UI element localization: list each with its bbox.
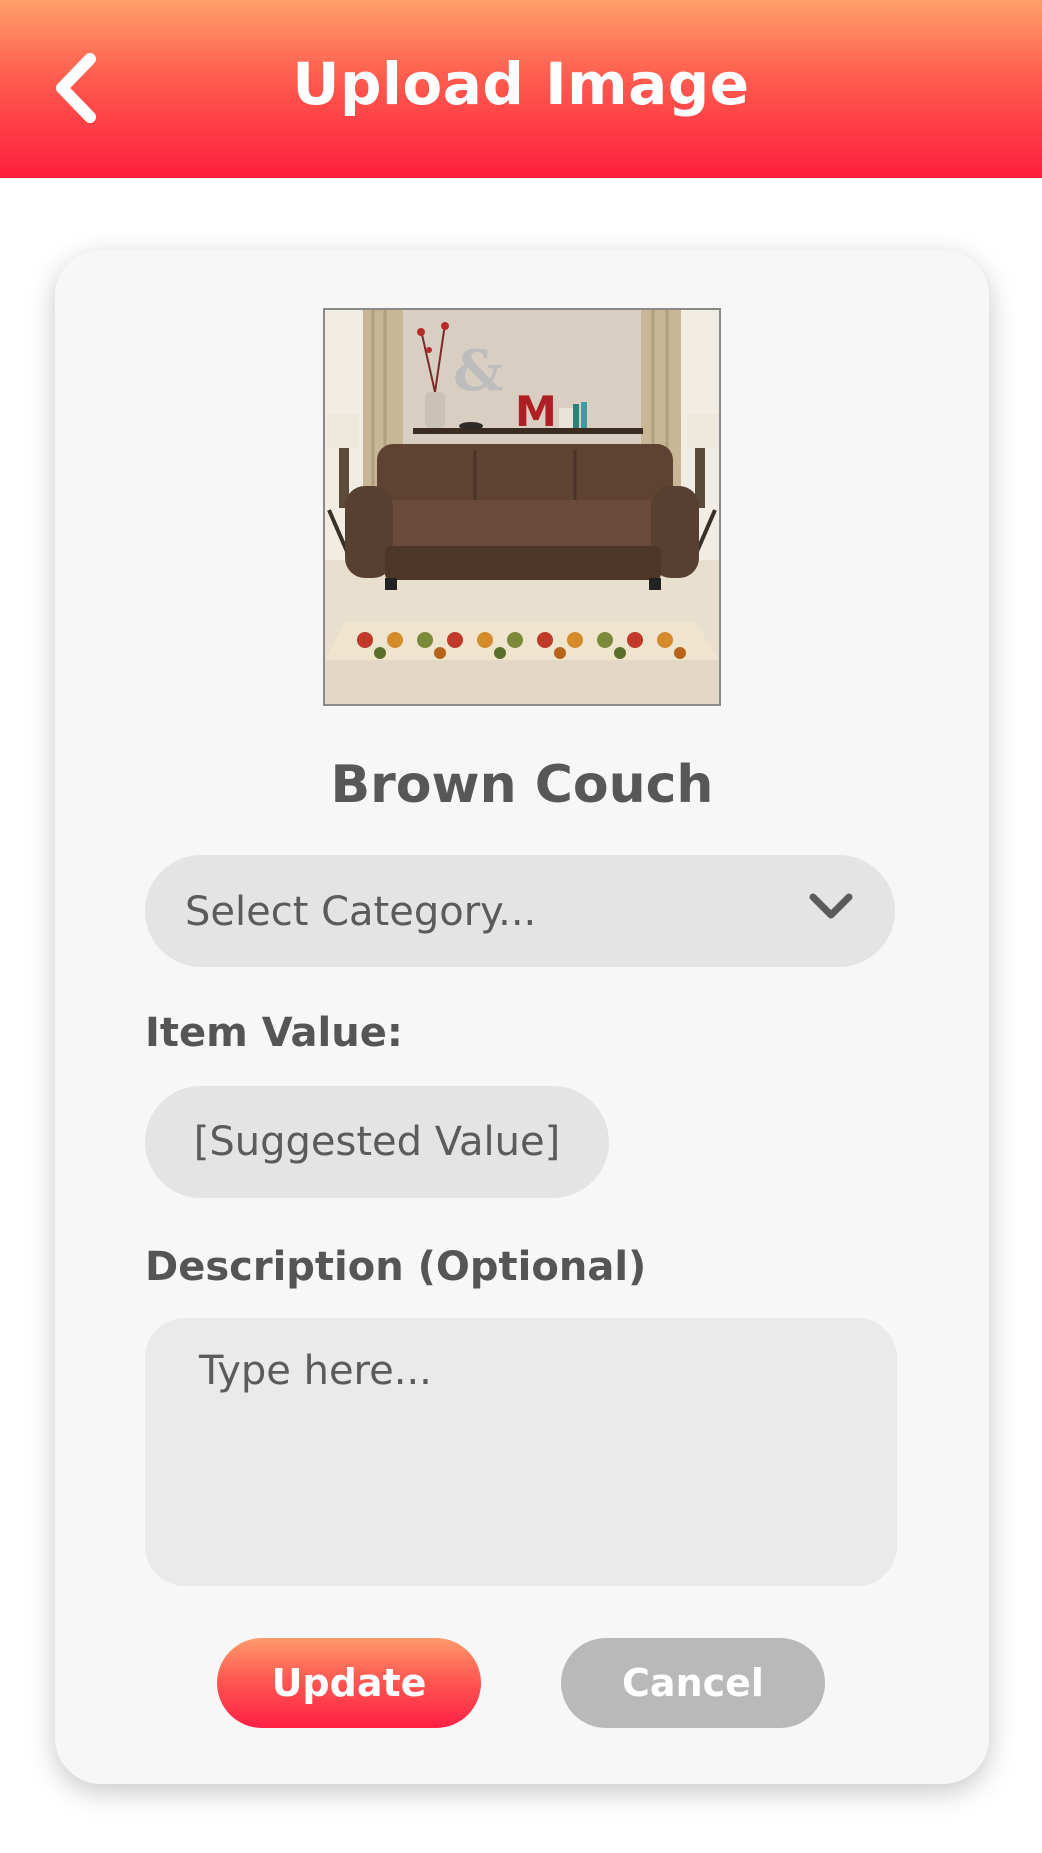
description-textarea[interactable]: Type here... [145,1318,897,1586]
category-select-placeholder: Select Category... [185,889,537,935]
description-label: Description (Optional) [145,1244,647,1290]
update-button[interactable]: Update [217,1638,481,1728]
chevron-down-icon [809,893,853,919]
item-name: Brown Couch [330,755,714,815]
description-placeholder: Type here... [199,1348,432,1394]
upload-card: & M Brown Couch Select Category... Item … [55,250,989,1784]
app-header: Upload Image [0,0,1042,178]
item-value-field[interactable]: [Suggested Value] [145,1086,609,1198]
page-title: Upload Image [292,50,750,118]
item-photo[interactable]: & M [323,308,721,706]
item-value-label: Item Value: [145,1010,403,1056]
couch-image: & M [325,310,719,704]
svg-text:M: M [515,387,557,436]
svg-text:&: & [453,338,504,404]
category-select[interactable]: Select Category... [145,855,895,967]
cancel-button[interactable]: Cancel [561,1638,825,1728]
